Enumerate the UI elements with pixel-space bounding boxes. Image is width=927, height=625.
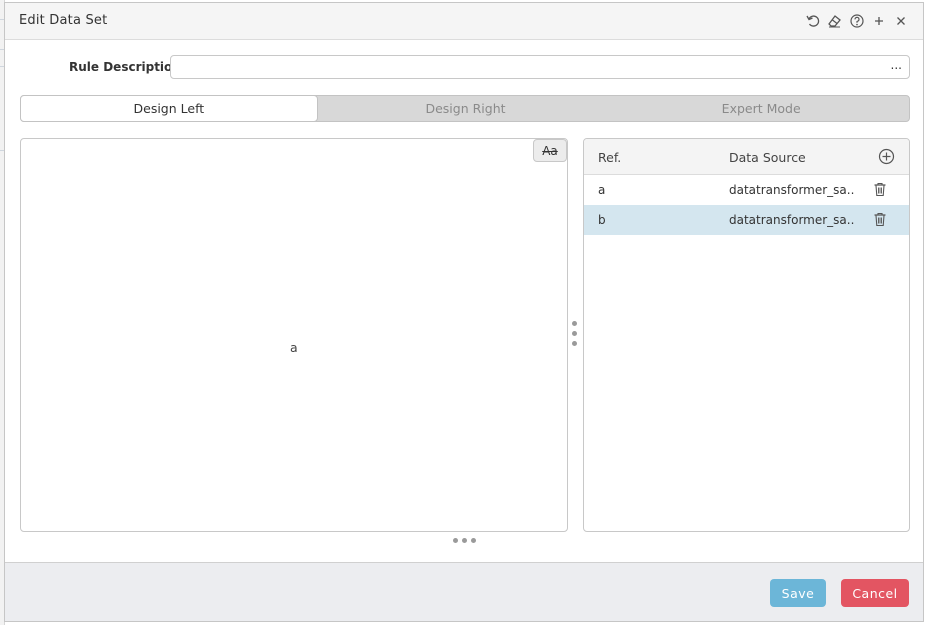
delete-row-icon[interactable]: [873, 182, 887, 197]
help-icon[interactable]: [848, 12, 865, 29]
eraser-icon[interactable]: [826, 12, 843, 29]
table-row[interactable]: a datatransformer_sa...: [584, 175, 909, 205]
splitter-dot: [572, 321, 577, 326]
edit-data-set-dialog: Edit Data Set Rule Description: ... Desi…: [4, 2, 924, 622]
splitter-dot: [453, 538, 458, 543]
row-data-source: datatransformer_sa...: [729, 183, 854, 197]
vertical-splitter-handle[interactable]: [571, 321, 579, 349]
undo-icon[interactable]: [804, 12, 821, 29]
tab-expert-mode[interactable]: Expert Mode: [613, 96, 909, 121]
row-ref: a: [598, 183, 606, 197]
column-header-ref[interactable]: Ref.: [598, 150, 621, 165]
row-ref: b: [598, 213, 606, 227]
splitter-dot: [572, 341, 577, 346]
rule-description-input[interactable]: [177, 58, 877, 76]
tab-design-right[interactable]: Design Right: [318, 96, 614, 121]
rule-description-label: Rule Description:: [69, 60, 186, 74]
data-source-table: Ref. Data Source a datatransformer_sa...…: [583, 138, 910, 532]
dialog-title-bar: Edit Data Set: [5, 3, 923, 40]
splitter-dot: [572, 331, 577, 336]
add-data-source-icon[interactable]: [878, 148, 895, 165]
tab-design-left[interactable]: Design Left: [20, 95, 318, 122]
title-bar-actions: [804, 12, 909, 29]
column-header-data-source[interactable]: Data Source: [729, 150, 806, 165]
rule-description-field: ...: [170, 55, 910, 79]
splitter-dot: [462, 538, 467, 543]
rule-description-more-button[interactable]: ...: [891, 58, 902, 72]
design-canvas[interactable]: Aa a: [20, 138, 568, 532]
horizontal-splitter-handle[interactable]: [453, 537, 479, 545]
cancel-button[interactable]: Cancel: [841, 579, 909, 607]
save-button[interactable]: Save: [770, 579, 826, 607]
plus-icon[interactable]: [870, 12, 887, 29]
delete-row-icon[interactable]: [873, 212, 887, 227]
designer-tabs: Design Left Design Right Expert Mode: [20, 95, 910, 122]
canvas-node-label[interactable]: a: [290, 340, 298, 355]
dialog-footer: Save Cancel: [5, 562, 923, 621]
close-icon[interactable]: [892, 12, 909, 29]
table-row[interactable]: b datatransformer_sa...: [584, 205, 909, 235]
font-toggle-button[interactable]: Aa: [533, 139, 567, 162]
table-header: Ref. Data Source: [584, 139, 909, 175]
row-data-source: datatransformer_sa...: [729, 213, 854, 227]
dialog-title: Edit Data Set: [19, 13, 108, 28]
splitter-dot: [471, 538, 476, 543]
